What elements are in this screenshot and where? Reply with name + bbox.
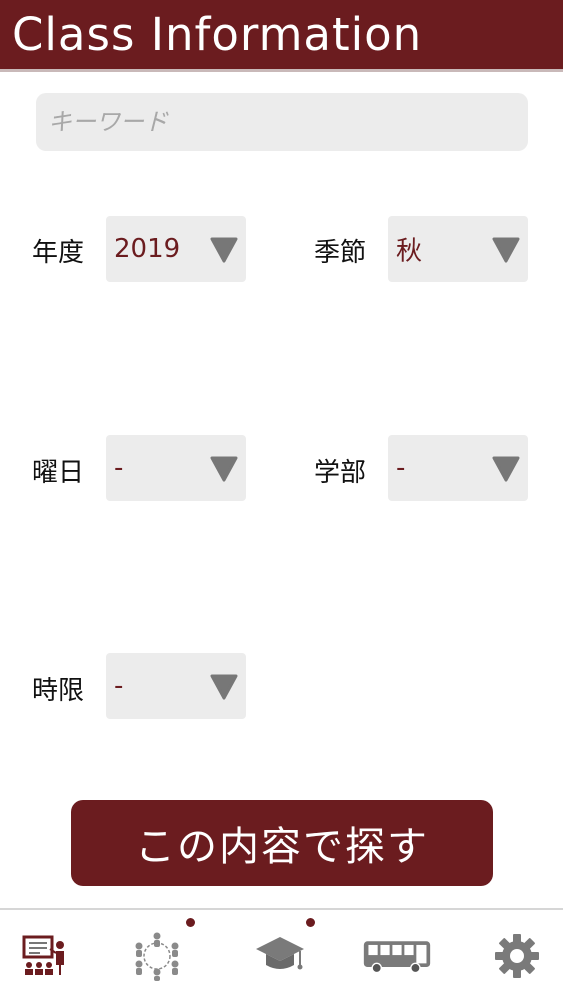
season-select[interactable]: 秋 — [388, 216, 528, 282]
dropdown-arrow-icon — [210, 237, 238, 263]
bottom-nav — [0, 908, 563, 1000]
day-label: 曜日 — [32, 458, 85, 488]
period-label: 時限 — [32, 676, 85, 706]
nav-item-bus[interactable] — [362, 922, 432, 990]
nav-item-settings[interactable] — [482, 922, 552, 990]
nav-item-classes[interactable] — [10, 922, 80, 990]
notification-badge — [186, 918, 195, 927]
season-select-value: 秋 — [396, 236, 423, 267]
faculty-select-value: - — [396, 453, 406, 483]
graduation-cap-icon — [256, 937, 304, 970]
classroom-teacher-icon — [22, 935, 64, 975]
year-label: 年度 — [32, 238, 85, 268]
faculty-select[interactable]: - — [388, 435, 528, 501]
app-header: Class Information — [0, 0, 563, 72]
dropdown-arrow-icon — [492, 456, 520, 482]
nav-item-community[interactable] — [122, 922, 192, 990]
year-select-value: 2019 — [114, 234, 181, 264]
dropdown-arrow-icon — [210, 674, 238, 700]
year-select[interactable]: 2019 — [106, 216, 246, 282]
page-title: Class Information — [12, 8, 423, 61]
bus-icon — [363, 941, 431, 974]
period-select[interactable]: - — [106, 653, 246, 719]
keyword-search-input[interactable] — [36, 93, 528, 151]
nav-item-graduation[interactable] — [245, 922, 315, 990]
notification-badge — [306, 918, 315, 927]
day-select-value: - — [114, 453, 124, 483]
search-button[interactable]: この内容で探す — [71, 800, 493, 886]
season-label: 季節 — [314, 238, 367, 268]
gear-icon — [495, 934, 539, 978]
dropdown-arrow-icon — [210, 456, 238, 482]
dropdown-arrow-icon — [492, 237, 520, 263]
period-select-value: - — [114, 671, 124, 701]
community-circle-icon — [135, 932, 179, 981]
day-select[interactable]: - — [106, 435, 246, 501]
faculty-label: 学部 — [314, 458, 367, 488]
